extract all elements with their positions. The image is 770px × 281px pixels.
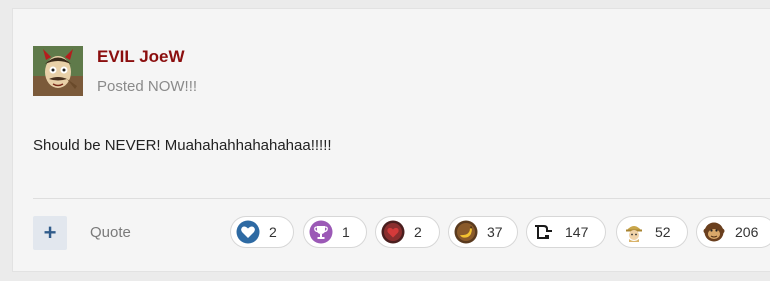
reaction-count: 147	[565, 224, 589, 240]
reaction-adventurer[interactable]: 52	[616, 216, 688, 248]
reaction-count: 2	[269, 224, 277, 240]
banana-icon	[454, 220, 478, 244]
reaction-count: 37	[487, 224, 503, 240]
post-timestamp: Posted NOW!!!	[97, 78, 198, 95]
reaction-monkey[interactable]: 206	[696, 216, 770, 248]
reaction-count: 1	[342, 224, 350, 240]
trophy-icon	[309, 220, 333, 244]
forum-post: EVIL JoeW Posted NOW!!! Should be NEVER!…	[13, 9, 770, 271]
post-content: Should be NEVER! Muahahahhahahahaa!!!!!	[33, 137, 332, 154]
monkey-icon	[702, 220, 726, 244]
reaction-creature[interactable]: 147	[526, 216, 606, 248]
reaction-banana[interactable]: 37	[448, 216, 518, 248]
dark-heart-icon	[381, 220, 405, 244]
reaction-count: 2	[414, 224, 422, 240]
reaction-dark-heart[interactable]: 2	[375, 216, 440, 248]
reaction-trophy[interactable]: 1	[303, 216, 367, 248]
reaction-count: 52	[655, 224, 671, 240]
creature-icon	[532, 220, 556, 244]
adventurer-icon	[622, 220, 646, 244]
plus-icon: +	[43, 220, 57, 245]
quote-button[interactable]: Quote	[90, 223, 131, 243]
user-avatar[interactable]	[33, 46, 83, 96]
reaction-count: 206	[735, 224, 759, 240]
heart-icon	[236, 220, 260, 244]
reaction-heart[interactable]: 2	[230, 216, 294, 248]
author-name-link[interactable]: EVIL JoeW	[97, 46, 185, 68]
add-reaction-button[interactable]: +	[33, 216, 67, 250]
divider	[33, 198, 770, 199]
